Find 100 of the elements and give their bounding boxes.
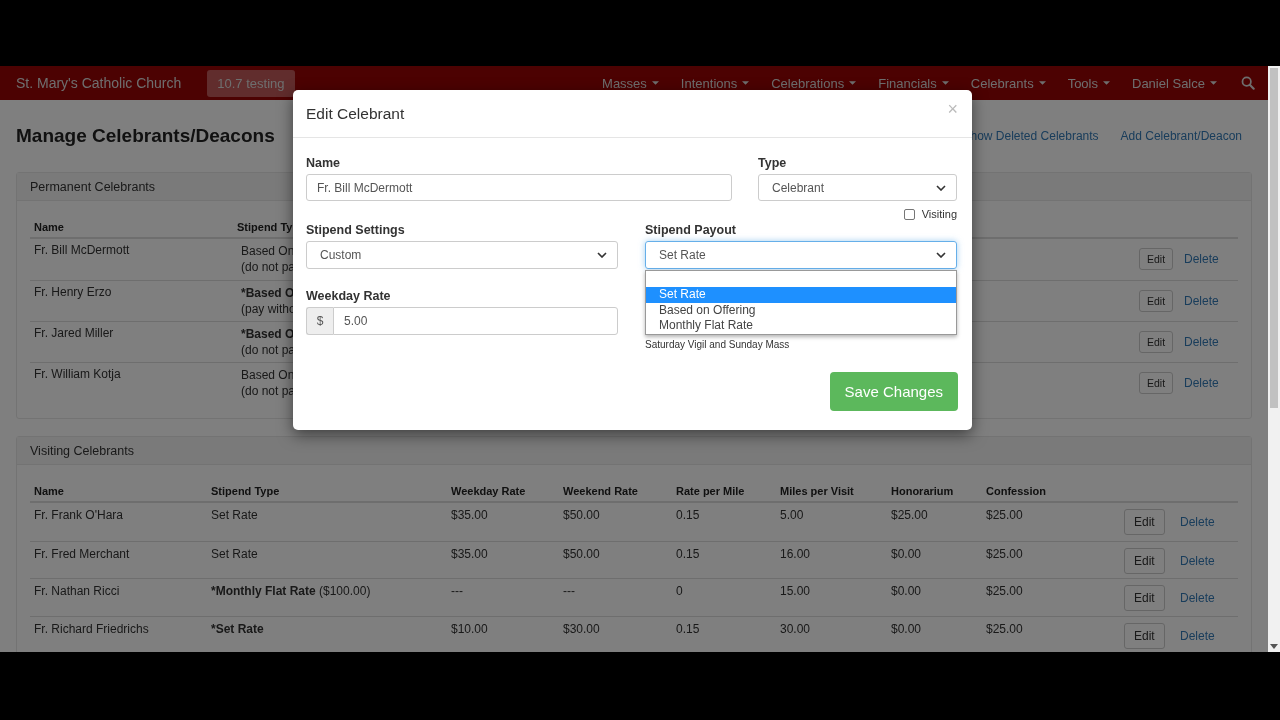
table-cell-text: Fr. Jared Miller [33, 326, 114, 340]
delete-link[interactable]: Delete [1180, 515, 1215, 529]
brand-link[interactable]: St. Mary's Catholic Church [16, 75, 182, 91]
delete-link[interactable]: Delete [1184, 376, 1219, 390]
column-header: Stipend Ty [237, 221, 293, 233]
table-cell-text: 0.15 [675, 621, 700, 636]
edit-button[interactable]: Edit [1139, 331, 1174, 353]
stipend-settings-select[interactable]: Custom [306, 241, 618, 269]
nav-menu[interactable]: Daniel Salce [1132, 75, 1217, 91]
version-badge: 10.7 testing [207, 69, 295, 97]
column-header: Miles per Visit [779, 485, 854, 497]
close-button[interactable]: × [947, 99, 958, 120]
table-cell-text: $35.00 [450, 508, 488, 522]
dropdown-option[interactable]: Monthly Flat Rate [646, 318, 956, 334]
field-label: Stipend Settings [306, 223, 406, 239]
stipend-payout-select[interactable]: Set Rate [645, 241, 957, 269]
type-select[interactable]: Celebrant [758, 174, 957, 201]
scroll-down-icon[interactable] [1270, 644, 1278, 649]
scrollbar-thumb[interactable] [1270, 68, 1278, 408]
edit-button[interactable]: Edit [1124, 622, 1165, 649]
table-cell-text: $50.00 [562, 546, 600, 561]
table-cell-text: Fr. Frank O'Hara [33, 508, 123, 522]
nav-menu[interactable]: Masses [602, 75, 659, 91]
nav-menu[interactable]: Celebrations [771, 75, 857, 91]
field-label: Name [306, 156, 342, 172]
table-cell-text: $0.00 [890, 546, 922, 561]
dropdown-option[interactable]: Based on Offering [646, 302, 956, 318]
nav-menu[interactable]: Celebrants [970, 75, 1046, 91]
currency-addon: $ [306, 307, 333, 335]
table-cell-text: 16.00 [779, 546, 811, 561]
table-cell-text: 15.00 [779, 584, 811, 598]
column-header: Weekend Rate [562, 485, 638, 497]
caret-icon [1038, 81, 1046, 85]
table-cell-text: $35.00 [450, 546, 488, 561]
help-text: Saturday Vigil and Sunday Mass [645, 339, 790, 350]
table-cell-text: 5.00 [779, 508, 804, 522]
delete-link[interactable]: Delete [1184, 294, 1219, 308]
table-cell-text: $25.00 [890, 508, 928, 522]
column-header: Weekday Rate [450, 485, 526, 497]
edit-button[interactable]: Edit [1139, 372, 1174, 394]
checkbox-label: Visiting [921, 208, 957, 220]
nav-menu[interactable]: Financials [878, 75, 949, 91]
nav-menu[interactable]: Intentions [680, 75, 750, 91]
table-cell-text: $0.00 [890, 621, 922, 636]
search-icon[interactable] [1241, 76, 1255, 90]
column-header: Confession [985, 485, 1046, 497]
scrollbar[interactable] [1268, 66, 1280, 652]
weekday-rate-field[interactable]: 5.00 [333, 307, 618, 335]
field-label: Stipend Payout [645, 223, 737, 239]
table-cell-text: 0.15 [675, 508, 700, 522]
delete-link[interactable]: Delete [1180, 628, 1215, 643]
chevron-icon [936, 252, 946, 258]
field-label: Type [758, 156, 788, 172]
table-cell-text: $25.00 [985, 621, 1023, 636]
dropdown-option[interactable]: Set Rate [646, 287, 956, 303]
table-cell-text: $25.00 [985, 584, 1023, 598]
header-link[interactable]: Add Celebrant/Deacon [1120, 129, 1242, 143]
table-cell-text: $50.00 [562, 508, 600, 522]
table-cell-text: Fr. Richard Friedrichs [33, 621, 149, 636]
page-title: Manage Celebrants/Deacons [16, 125, 275, 147]
table-cell-text: Fr. Fred Merchant [33, 546, 130, 561]
edit-button[interactable]: Edit [1139, 290, 1174, 312]
table-cell-text: $0.00 [890, 584, 922, 598]
nav-menu[interactable]: Tools [1067, 75, 1110, 91]
column-header: Name [33, 485, 64, 497]
dialog-title: Edit Celebrant [306, 104, 405, 123]
delete-link[interactable]: Delete [1184, 252, 1219, 266]
edit-button[interactable]: Edit [1139, 248, 1174, 270]
table-cell-text: Set Rate [210, 508, 258, 522]
table-cell-text: $10.00 [450, 621, 488, 636]
caret-icon [941, 81, 949, 85]
table-cell-text: 0 [675, 584, 683, 598]
checkbox[interactable] [903, 208, 915, 220]
delete-link[interactable]: Delete [1180, 591, 1215, 605]
edit-button[interactable]: Edit [1124, 547, 1165, 574]
table-cell-text: --- [562, 584, 575, 598]
panel-heading: Visiting Celebrants [17, 437, 1251, 465]
column-header: Rate per Mile [675, 485, 745, 497]
table-cell-text: Fr. Bill McDermott [33, 243, 130, 257]
edit-button[interactable]: Edit [1124, 585, 1165, 611]
table-cell-text: Fr. Henry Erzo [33, 285, 112, 299]
caret-icon [742, 81, 750, 85]
table-cell-text: $25.00 [985, 546, 1023, 561]
table-cell-text: Fr. William Kotja [33, 367, 121, 381]
field-label: Weekday Rate [306, 289, 392, 305]
table-cell-text: --- [450, 584, 463, 598]
chevron-icon [936, 184, 946, 191]
table-cell-text: Fr. Nathan Ricci [33, 584, 120, 598]
delete-link[interactable]: Delete [1180, 553, 1215, 568]
table-cell-text: *Set Rate [210, 621, 264, 636]
name-field[interactable]: Fr. Bill McDermott [306, 174, 732, 201]
table-cell-text: *Monthly Flat Rate ($100.00) [210, 584, 371, 598]
chevron-icon [597, 252, 607, 258]
caret-icon [1210, 81, 1217, 85]
table-cell-text: $25.00 [985, 508, 1023, 522]
table-cell-text: 0.15 [675, 546, 700, 561]
edit-button[interactable]: Edit [1124, 509, 1165, 535]
delete-link[interactable]: Delete [1184, 335, 1219, 349]
save-button[interactable]: Save Changes [829, 372, 958, 411]
column-header: Name [33, 221, 64, 233]
